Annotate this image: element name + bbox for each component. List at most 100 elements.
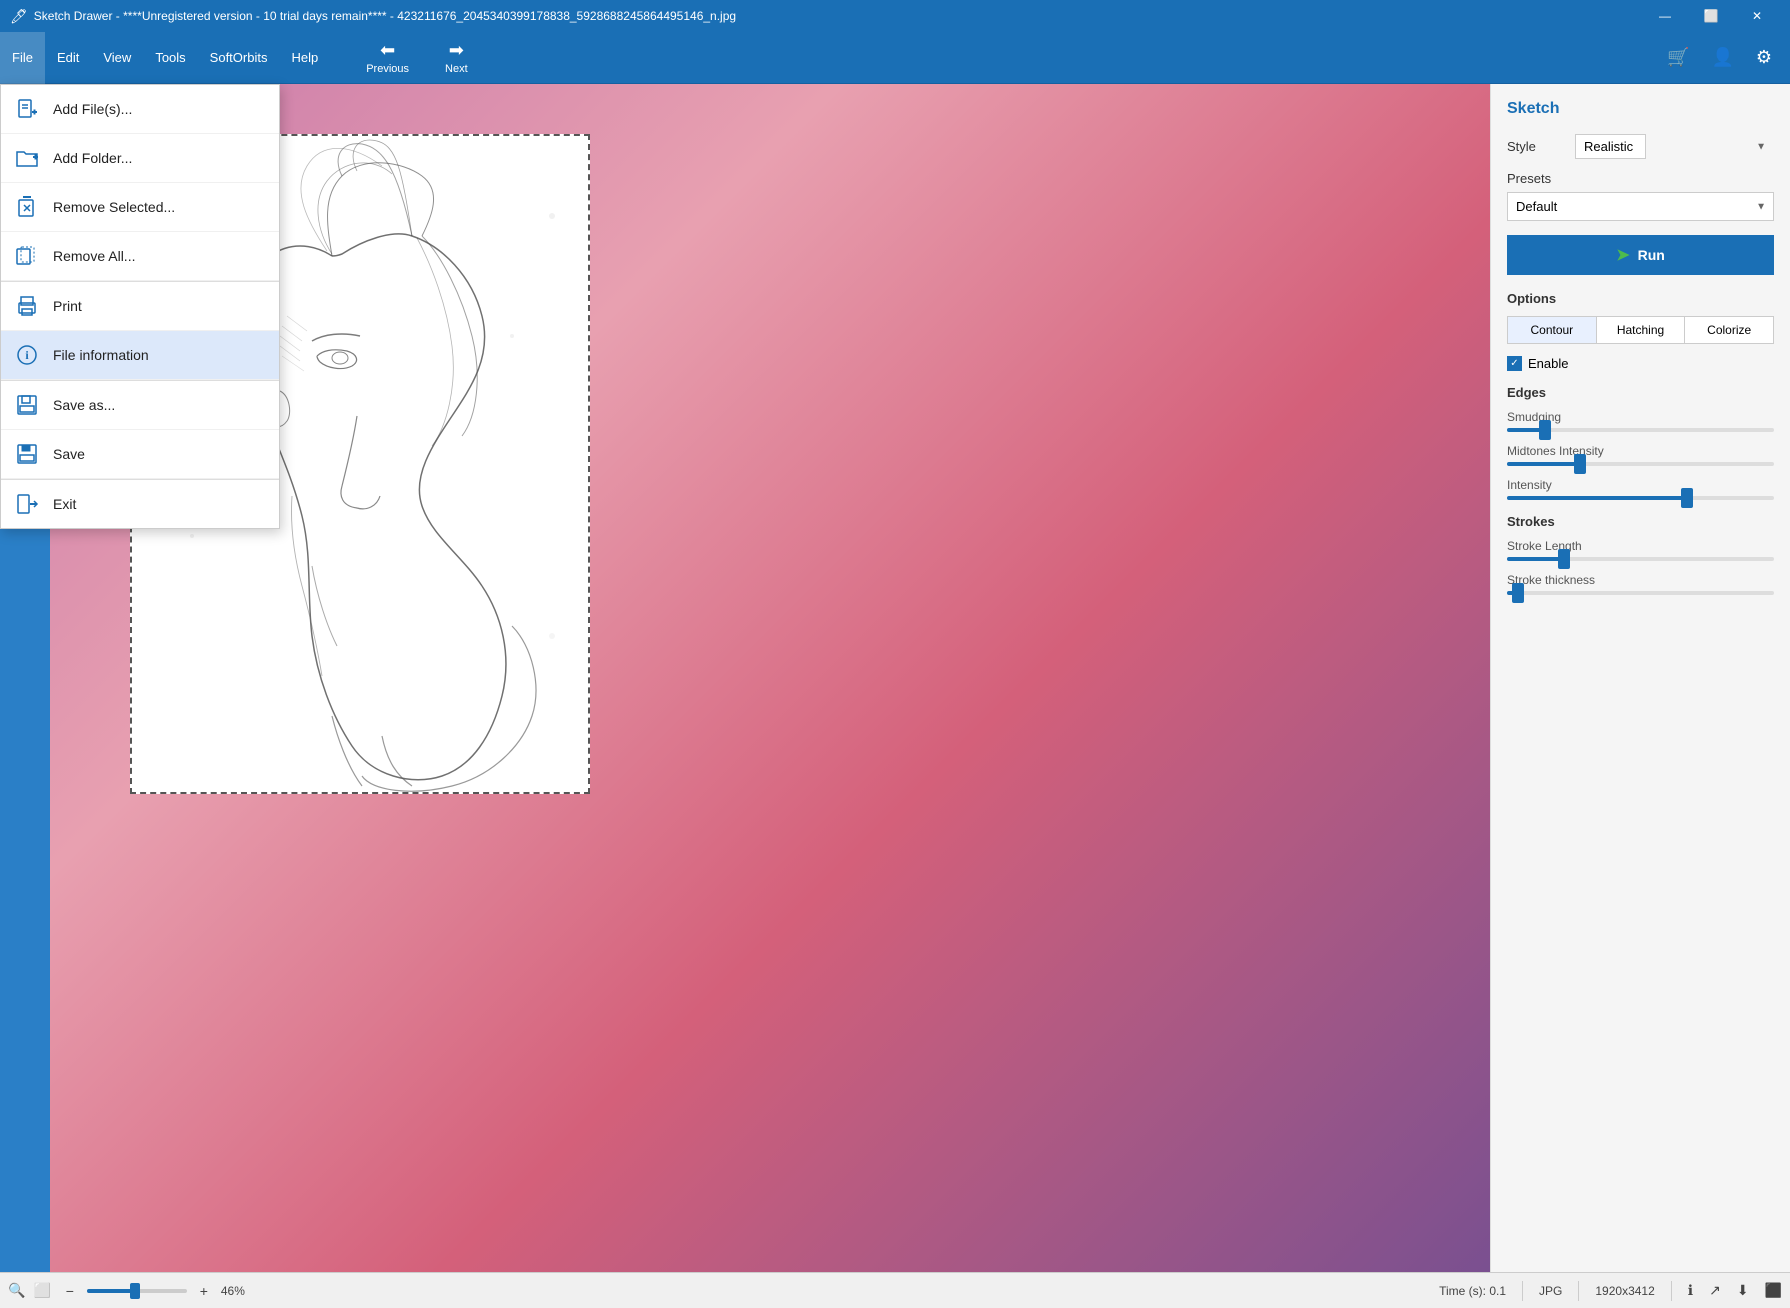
app-icon: 🖊 — [10, 8, 28, 25]
intensity-thumb[interactable] — [1681, 488, 1693, 508]
titlebar: 🖊 Sketch Drawer - ****Unregistered versi… — [0, 0, 1790, 32]
menu-edit[interactable]: Edit — [45, 32, 91, 84]
share-status-icon[interactable]: ↗ — [1709, 1282, 1721, 1299]
menu-remove-selected[interactable]: Remove Selected... — [1, 183, 279, 232]
menu-file-info[interactable]: i File information — [1, 331, 279, 380]
options-tabs: Contour Hatching Colorize — [1507, 316, 1774, 344]
enable-label: Enable — [1528, 356, 1568, 371]
next-icon: ➡ — [449, 40, 464, 61]
time-label: Time (s): 0.1 — [1439, 1284, 1506, 1298]
zoom-thumb[interactable] — [130, 1283, 140, 1299]
intensity-track[interactable] — [1507, 496, 1774, 500]
tab-hatching[interactable]: Hatching — [1597, 317, 1686, 343]
intensity-row: Intensity — [1507, 478, 1774, 500]
style-row: Style Realistic Pencil Charcoal Ink — [1507, 134, 1774, 159]
stroke-thickness-thumb[interactable] — [1512, 583, 1524, 603]
add-folder-label: Add Folder... — [53, 150, 263, 166]
settings-icon[interactable]: ⚙ — [1748, 43, 1780, 72]
menu-help[interactable]: Help — [279, 32, 330, 84]
cart-icon[interactable]: 🛒 — [1659, 43, 1697, 72]
presets-select[interactable]: Default Light Dark Custom — [1507, 192, 1774, 221]
maximize-button[interactable]: ⬜ — [1688, 0, 1734, 32]
zoom-fill — [87, 1289, 133, 1293]
menu-save-as[interactable]: Save as... — [1, 380, 279, 430]
fit-status-icon[interactable]: ⬜ — [33, 1282, 50, 1299]
remove-all-icon — [13, 242, 41, 270]
intensity-fill — [1507, 496, 1689, 500]
file-info-icon: i — [13, 341, 41, 369]
status-divider-1 — [1522, 1281, 1523, 1301]
save-icon — [13, 440, 41, 468]
status-right: Time (s): 0.1 JPG 1920x3412 ℹ ↗ ⬇ ⬛ — [1439, 1281, 1782, 1301]
file-dropdown-menu: Add File(s)... Add Folder... Remove Sele… — [0, 84, 280, 529]
edges-title: Edges — [1507, 385, 1774, 400]
remove-selected-label: Remove Selected... — [53, 199, 263, 215]
stroke-length-row: Stroke Length — [1507, 539, 1774, 561]
previous-button[interactable]: ⬅ Previous — [350, 32, 425, 84]
enable-row: ✓ Enable — [1507, 356, 1774, 371]
enable-checkbox[interactable]: ✓ — [1507, 356, 1522, 371]
strokes-title: Strokes — [1507, 514, 1774, 529]
save-label: Save — [53, 446, 263, 462]
run-button[interactable]: ➤ Run — [1507, 235, 1774, 275]
edges-section: Edges Smudging Midtones Intensity Intens… — [1507, 385, 1774, 500]
menu-softorbits[interactable]: SoftOrbits — [198, 32, 280, 84]
add-files-label: Add File(s)... — [53, 101, 263, 117]
remove-selected-icon — [13, 193, 41, 221]
zoom-in-button[interactable]: + — [193, 1280, 215, 1302]
zoom-value: 46% — [221, 1284, 245, 1298]
smudging-track[interactable] — [1507, 428, 1774, 432]
menu-remove-all[interactable]: Remove All... — [1, 232, 279, 281]
search-status-icon[interactable]: 🔍 — [8, 1282, 25, 1299]
remove-all-label: Remove All... — [53, 248, 263, 264]
save-as-icon — [13, 391, 41, 419]
tab-colorize[interactable]: Colorize — [1685, 317, 1773, 343]
zoom-out-button[interactable]: − — [59, 1280, 81, 1302]
close-button[interactable]: ✕ — [1734, 0, 1780, 32]
stroke-length-track[interactable] — [1507, 557, 1774, 561]
menu-add-files[interactable]: Add File(s)... — [1, 85, 279, 134]
midtones-fill — [1507, 462, 1582, 466]
file-info-label: File information — [53, 347, 263, 363]
statusbar: 🔍 ⬜ − + 46% Time (s): 0.1 JPG 1920x3412 … — [0, 1272, 1790, 1308]
intensity-label: Intensity — [1507, 478, 1774, 492]
menu-view[interactable]: View — [91, 32, 143, 84]
run-arrow-icon: ➤ — [1616, 245, 1629, 265]
info-status-icon[interactable]: ℹ — [1688, 1282, 1693, 1299]
midtones-thumb[interactable] — [1574, 454, 1586, 474]
menu-exit[interactable]: Exit — [1, 479, 279, 528]
cube-status-icon[interactable]: ⬛ — [1765, 1282, 1782, 1299]
menu-print[interactable]: Print — [1, 281, 279, 331]
style-select[interactable]: Realistic Pencil Charcoal Ink — [1575, 134, 1646, 159]
presets-select-wrapper: Default Light Dark Custom — [1507, 192, 1774, 221]
menu-tools[interactable]: Tools — [143, 32, 197, 84]
style-label: Style — [1507, 139, 1567, 154]
exit-label: Exit — [53, 496, 263, 512]
zoom-slider[interactable] — [87, 1289, 187, 1293]
save-as-label: Save as... — [53, 397, 263, 413]
next-button[interactable]: ➡ Next — [429, 32, 484, 84]
stroke-thickness-label: Stroke thickness — [1507, 573, 1774, 587]
menu-save[interactable]: Save — [1, 430, 279, 479]
next-label: Next — [445, 63, 468, 75]
menu-add-folder[interactable]: Add Folder... — [1, 134, 279, 183]
add-folder-icon — [13, 144, 41, 172]
minimize-button[interactable]: — — [1642, 0, 1688, 32]
tab-contour[interactable]: Contour — [1508, 317, 1597, 343]
save-status-icon[interactable]: ⬇ — [1737, 1282, 1749, 1299]
stroke-thickness-track[interactable] — [1507, 591, 1774, 595]
stroke-length-thumb[interactable] — [1558, 549, 1570, 569]
right-panel: Sketch Style Realistic Pencil Charcoal I… — [1490, 84, 1790, 1272]
midtones-row: Midtones Intensity — [1507, 444, 1774, 466]
user-icon[interactable]: 👤 — [1703, 43, 1741, 72]
smudging-thumb[interactable] — [1539, 420, 1551, 440]
menubar: File Edit View Tools SoftOrbits Help ⬅ P… — [0, 32, 1790, 84]
window-title: Sketch Drawer - ****Unregistered version… — [34, 9, 1642, 23]
window-controls: — ⬜ ✕ — [1642, 0, 1780, 32]
midtones-label: Midtones Intensity — [1507, 444, 1774, 458]
previous-label: Previous — [366, 63, 409, 75]
dimensions-label: 1920x3412 — [1595, 1284, 1654, 1298]
menu-file[interactable]: File — [0, 32, 45, 84]
midtones-track[interactable] — [1507, 462, 1774, 466]
print-icon — [13, 292, 41, 320]
